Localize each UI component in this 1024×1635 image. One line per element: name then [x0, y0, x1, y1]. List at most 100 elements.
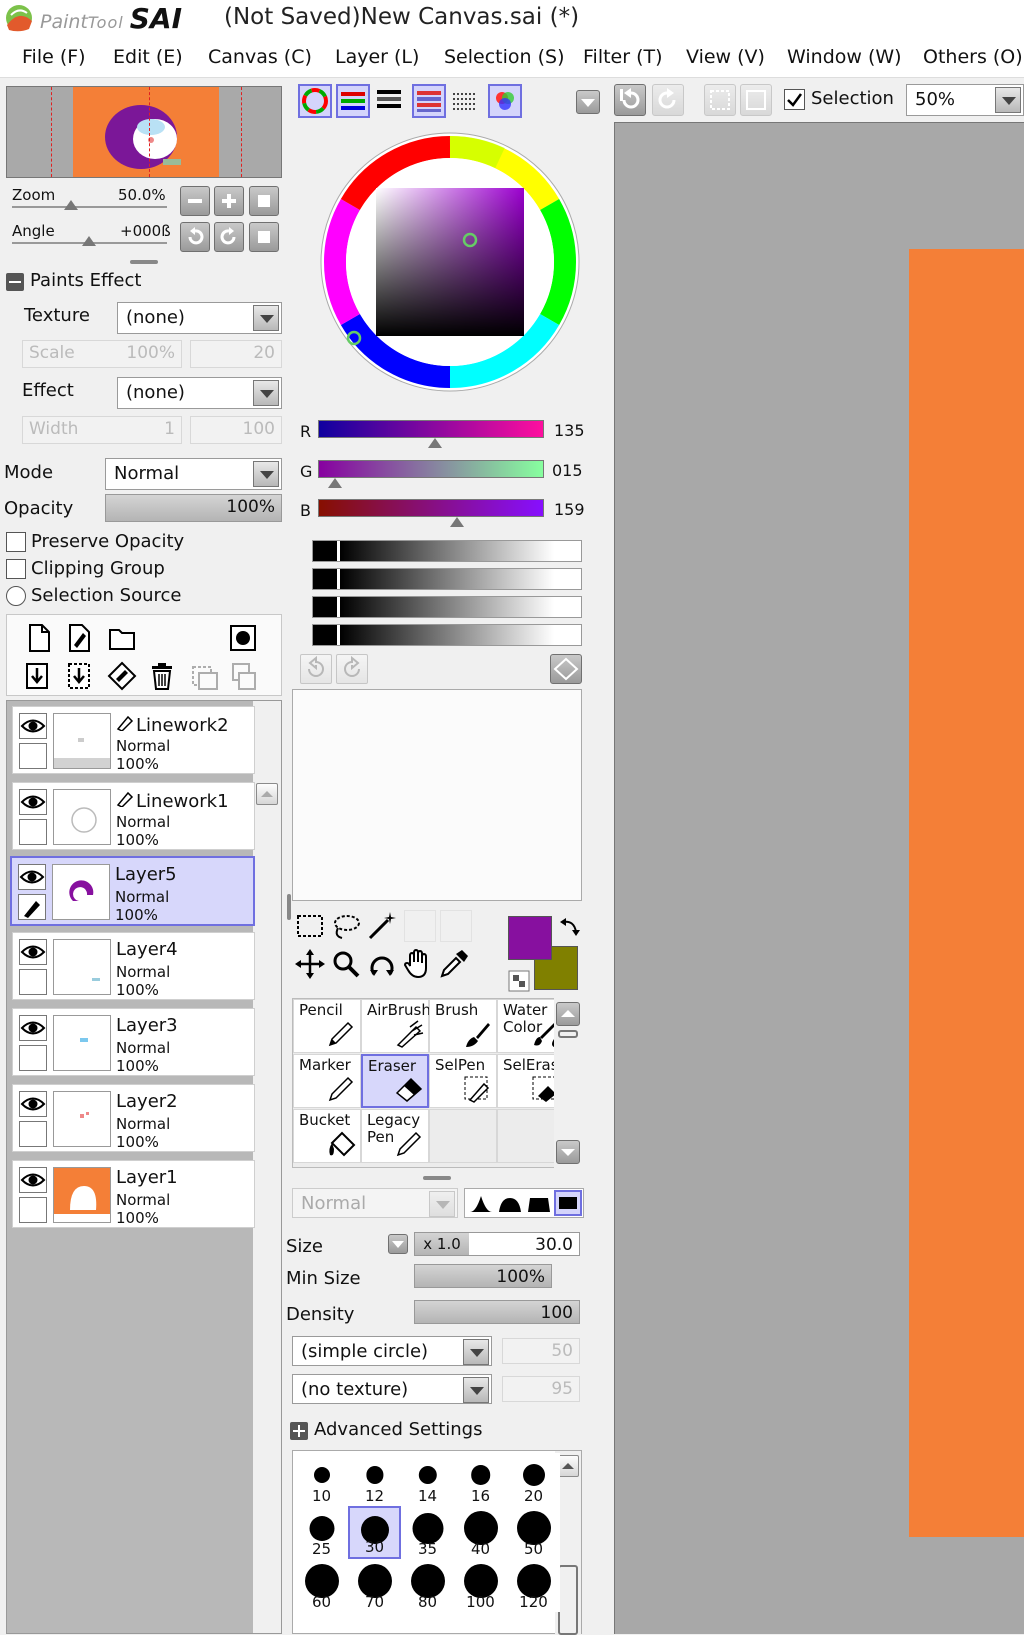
- eyedropper-icon[interactable]: [438, 948, 470, 980]
- tool-bucket[interactable]: Bucket: [293, 1109, 361, 1163]
- zoom-in-button[interactable]: [214, 186, 244, 216]
- min-size-slider[interactable]: 100%: [414, 1264, 552, 1288]
- blue-slider[interactable]: [318, 499, 544, 517]
- menu-layer[interactable]: Layer (L): [335, 46, 419, 68]
- new-folder-icon[interactable]: [107, 625, 137, 651]
- panel-splitter[interactable]: [423, 1176, 451, 1180]
- texture-select[interactable]: (none): [117, 302, 282, 334]
- brush-size-option[interactable]: 60: [295, 1559, 348, 1612]
- selection-visible-checkbox[interactable]: [784, 89, 805, 110]
- visibility-toggle[interactable]: [19, 939, 47, 965]
- edge-hard-icon[interactable]: [526, 1192, 552, 1216]
- new-linework-layer-icon[interactable]: [65, 623, 93, 653]
- blue-slider-thumb[interactable]: [450, 517, 464, 527]
- zoom-out-button[interactable]: [180, 186, 210, 216]
- transfer-down-icon[interactable]: [23, 661, 53, 691]
- size-multiplier-dropdown[interactable]: [388, 1234, 408, 1254]
- tool-marker[interactable]: Marker: [293, 1054, 361, 1108]
- selection-source-radio[interactable]: [6, 586, 26, 606]
- visibility-toggle[interactable]: [19, 713, 47, 739]
- menu-window[interactable]: Window (W): [787, 46, 902, 68]
- merge-down-icon[interactable]: [65, 661, 95, 691]
- edge-soft-icon[interactable]: [468, 1192, 494, 1216]
- layer-lock-toggle[interactable]: [19, 1121, 47, 1147]
- visibility-toggle[interactable]: [19, 1167, 47, 1193]
- panel-menu-button[interactable]: [576, 90, 600, 114]
- clipping-group-checkbox[interactable]: [6, 559, 26, 579]
- layer-row[interactable]: Linework1 Normal 100%: [12, 782, 255, 850]
- move-icon[interactable]: [294, 948, 326, 980]
- brush-size-option[interactable]: 35: [401, 1506, 454, 1559]
- zoom-reset-button[interactable]: [249, 186, 279, 216]
- angle-slider[interactable]: [12, 236, 167, 246]
- brush-size-option[interactable]: 10: [295, 1453, 348, 1506]
- tool-grid-scrollbar[interactable]: [554, 998, 582, 1168]
- chevron-down-icon[interactable]: [995, 87, 1021, 113]
- layer-row[interactable]: Layer4 Normal 100%: [12, 932, 255, 1000]
- scroll-thumb[interactable]: [558, 1565, 578, 1635]
- density-slider[interactable]: 100: [414, 1300, 580, 1324]
- new-layer-icon[interactable]: [25, 623, 53, 653]
- red-slider-thumb[interactable]: [428, 438, 442, 448]
- layer-row[interactable]: Layer2 Normal 100%: [12, 1084, 255, 1152]
- scroll-up-button[interactable]: [256, 783, 278, 805]
- menu-view[interactable]: View (V): [686, 46, 765, 68]
- rotate-left-button[interactable]: [180, 222, 210, 252]
- rgb-slider-mode-button[interactable]: [336, 84, 370, 118]
- undo-button[interactable]: [614, 84, 646, 116]
- green-slider-thumb[interactable]: [328, 478, 342, 488]
- brush-size-option[interactable]: 50: [507, 1506, 560, 1559]
- menu-selection[interactable]: Selection (S): [444, 46, 565, 68]
- brush-size-option[interactable]: 100: [454, 1559, 507, 1612]
- layer-row-selected[interactable]: Layer5 Normal 100%: [10, 856, 255, 926]
- tool-selpen[interactable]: SelPen: [429, 1054, 497, 1108]
- layer-row[interactable]: Linework2 Normal 100%: [12, 706, 255, 774]
- layer-lock-toggle[interactable]: [19, 1045, 47, 1071]
- chevron-down-icon[interactable]: [253, 305, 279, 331]
- zoom-slider-thumb[interactable]: [64, 200, 78, 210]
- tool-legacy-pen[interactable]: Legacy Pen: [361, 1109, 429, 1163]
- chevron-down-icon[interactable]: [253, 380, 279, 406]
- visibility-toggle[interactable]: [19, 1015, 47, 1041]
- menu-filter[interactable]: Filter (T): [583, 46, 663, 68]
- scroll-up-button[interactable]: [557, 1455, 579, 1477]
- brush-size-option[interactable]: 70: [348, 1559, 401, 1612]
- tool-pencil[interactable]: Pencil: [293, 999, 361, 1053]
- red-slider[interactable]: [318, 420, 544, 438]
- clear-layer-icon[interactable]: [107, 661, 137, 691]
- brush-size-option[interactable]: 30: [348, 1506, 401, 1559]
- tool-airbrush[interactable]: AirBrush: [361, 999, 431, 1053]
- scroll-thumb[interactable]: [558, 1030, 578, 1038]
- swap-colors-icon[interactable]: [558, 916, 582, 940]
- brush-texture-select[interactable]: (no texture): [292, 1374, 492, 1404]
- lasso-icon[interactable]: [330, 910, 362, 942]
- layer-row[interactable]: Layer1 Normal 100%: [12, 1160, 255, 1228]
- menu-file[interactable]: File (F): [22, 46, 86, 68]
- scroll-down-button[interactable]: [556, 1140, 580, 1164]
- chevron-down-icon[interactable]: [463, 1377, 489, 1403]
- brush-size-option[interactable]: 80: [401, 1559, 454, 1612]
- hsv-slider-mode-button[interactable]: [374, 84, 408, 118]
- blend-mode-select[interactable]: Normal: [105, 458, 282, 490]
- brush-size-option[interactable]: 12: [348, 1453, 401, 1506]
- preserve-opacity-checkbox[interactable]: [6, 532, 26, 552]
- magic-wand-icon[interactable]: [366, 910, 398, 942]
- expand-icon[interactable]: [290, 1422, 308, 1440]
- delete-layer-icon[interactable]: [147, 661, 177, 691]
- color-wheel-mode-button[interactable]: [298, 84, 332, 118]
- panel-splitter[interactable]: [287, 894, 291, 920]
- tool-brush[interactable]: Brush: [429, 999, 497, 1053]
- scratchpad[interactable]: [292, 689, 582, 901]
- scratchpad-clear-button[interactable]: [550, 654, 582, 684]
- brush-size-option[interactable]: 25: [295, 1506, 348, 1559]
- rotate-reset-button[interactable]: [249, 222, 279, 252]
- layer-lock-toggle[interactable]: [19, 819, 47, 845]
- brush-size-option[interactable]: 16: [454, 1453, 507, 1506]
- visibility-toggle[interactable]: [19, 1091, 47, 1117]
- layer-list-scrollbar[interactable]: [253, 701, 281, 1633]
- layer-mask-icon[interactable]: [229, 624, 257, 652]
- transparent-color-icon[interactable]: [508, 970, 530, 992]
- rotate-right-button[interactable]: [214, 222, 244, 252]
- pencil-icon[interactable]: [18, 894, 46, 920]
- panel-splitter[interactable]: [130, 260, 158, 264]
